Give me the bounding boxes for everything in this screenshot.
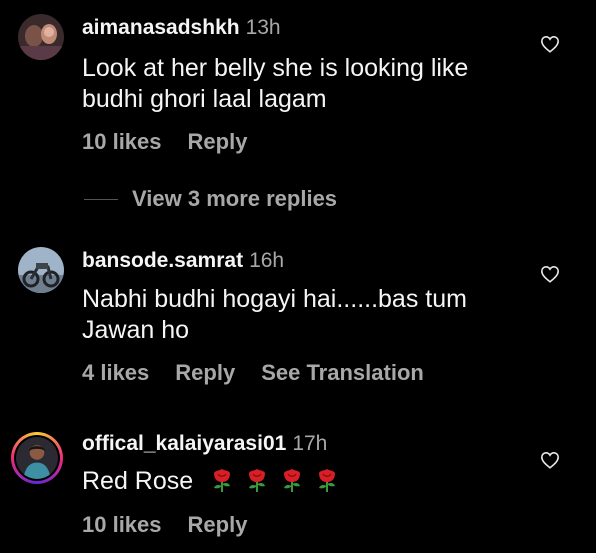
comment-meta: 10 likes Reply (82, 512, 273, 538)
profile-photo-icon (16, 437, 58, 479)
reply-button[interactable]: Reply (175, 360, 235, 385)
timestamp: 17h (292, 432, 328, 455)
avatar[interactable] (11, 432, 63, 484)
rose-emoji-icon (319, 469, 336, 492)
username[interactable]: bansode.samrat 16h (82, 249, 284, 273)
reply-button[interactable]: Reply (188, 512, 248, 537)
likes-count[interactable]: 10 likes (82, 512, 162, 537)
username[interactable]: aimanasadshkh 13h (82, 16, 281, 40)
motorcycle-photo-icon (18, 247, 64, 293)
rose-emoji-icon (214, 469, 231, 492)
divider (84, 198, 118, 200)
comment-text: Red Rose (82, 466, 512, 497)
rose-emoji-icon (284, 469, 301, 492)
timestamp: 13h (245, 16, 281, 39)
view-more-replies-button[interactable]: View 3 more replies (84, 186, 337, 212)
comment-text: Look at her belly she is looking like bu… (82, 54, 469, 113)
profile-photo-icon (18, 14, 64, 60)
heart-icon[interactable] (540, 265, 560, 283)
username[interactable]: offical_kalaiyarasi01 17h (82, 432, 327, 456)
comment-meta: 10 likes Reply (82, 129, 273, 155)
timestamp: 16h (249, 249, 285, 272)
avatar[interactable] (18, 14, 64, 60)
avatar[interactable] (18, 247, 64, 293)
heart-icon[interactable] (540, 35, 560, 53)
comment-text: Nabhi budhi hogayi hai......bas tum Jawa… (82, 285, 467, 344)
see-translation-button[interactable]: See Translation (261, 360, 424, 385)
reply-button[interactable]: Reply (188, 129, 248, 154)
rose-emoji-icon (249, 469, 266, 492)
likes-count[interactable]: 10 likes (82, 129, 162, 154)
heart-icon[interactable] (540, 451, 560, 469)
comment-meta: 4 likes Reply See Translation (82, 360, 450, 386)
view-more-replies-label: View 3 more replies (132, 186, 338, 211)
likes-count[interactable]: 4 likes (82, 360, 149, 385)
